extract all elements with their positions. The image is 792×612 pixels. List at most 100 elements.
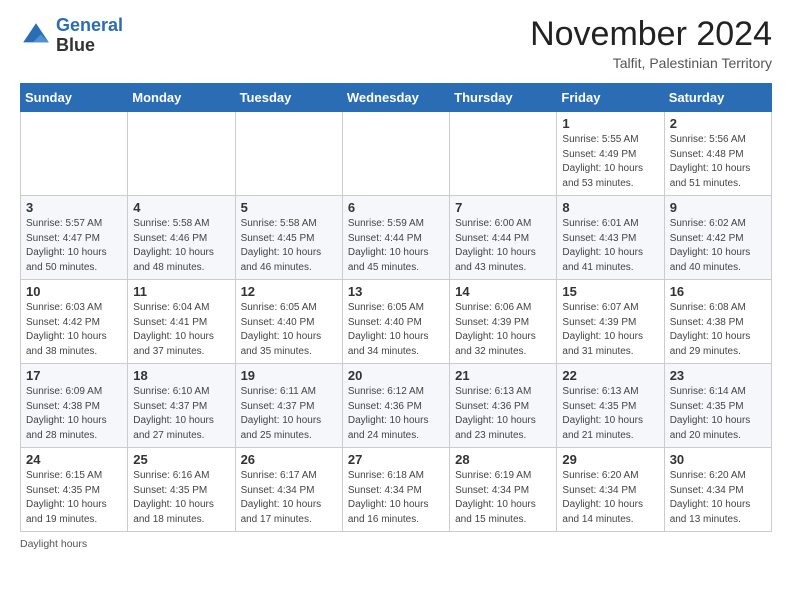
day-number: 19	[241, 368, 337, 383]
day-number: 23	[670, 368, 766, 383]
weekday-thursday: Thursday	[450, 84, 557, 112]
weekday-friday: Friday	[557, 84, 664, 112]
calendar-cell	[21, 112, 128, 196]
day-number: 24	[26, 452, 122, 467]
calendar-cell: 19 Sunrise: 6:11 AM Sunset: 4:37 PM Dayli…	[235, 364, 342, 448]
header: General Blue November 2024 Talfit, Pales…	[20, 16, 772, 71]
day-number: 8	[562, 200, 658, 215]
calendar: SundayMondayTuesdayWednesdayThursdayFrid…	[20, 83, 772, 532]
day-info: Sunrise: 6:17 AM Sunset: 4:34 PM Dayligh…	[241, 469, 337, 527]
day-info: Sunrise: 6:19 AM Sunset: 4:34 PM Dayligh…	[455, 469, 551, 527]
day-number: 1	[562, 116, 658, 131]
day-number: 4	[133, 200, 229, 215]
calendar-cell: 30Sunrise: 6:20 AM Sunset: 4:34 PM Dayli…	[664, 448, 771, 532]
calendar-cell: 23 Sunrise: 6:14 AM Sunset: 4:35 PM Dayli…	[664, 364, 771, 448]
calendar-cell: 7Sunrise: 6:00 AM Sunset: 4:44 PM Daylig…	[450, 196, 557, 280]
location-subtitle: Talfit, Palestinian Territory	[530, 55, 772, 71]
calendar-cell: 5Sunrise: 5:58 AM Sunset: 4:45 PM Daylig…	[235, 196, 342, 280]
page: General Blue November 2024 Talfit, Pales…	[0, 0, 792, 612]
calendar-cell	[342, 112, 449, 196]
day-info: Sunrise: 5:55 AM Sunset: 4:49 PM Dayligh…	[562, 133, 658, 191]
calendar-cell: 14Sunrise: 6:06 AM Sunset: 4:39 PM Dayli…	[450, 280, 557, 364]
day-number: 3	[26, 200, 122, 215]
day-number: 26	[241, 452, 337, 467]
day-info: Sunrise: 6:18 AM Sunset: 4:34 PM Dayligh…	[348, 469, 444, 527]
weekday-sunday: Sunday	[21, 84, 128, 112]
calendar-cell: 13 Sunrise: 6:05 AM Sunset: 4:40 PM Dayli…	[342, 280, 449, 364]
calendar-cell: 18Sunrise: 6:10 AM Sunset: 4:37 PM Dayli…	[128, 364, 235, 448]
calendar-cell: 10 Sunrise: 6:03 AM Sunset: 4:42 PM Dayli…	[21, 280, 128, 364]
footer-note: Daylight hours	[20, 538, 772, 550]
calendar-cell: 22 Sunrise: 6:13 AM Sunset: 4:35 PM Dayli…	[557, 364, 664, 448]
day-number: 27	[348, 452, 444, 467]
logo-line2: Blue	[56, 36, 123, 56]
day-number: 14	[455, 284, 551, 299]
day-number: 2	[670, 116, 766, 131]
day-number: 29	[562, 452, 658, 467]
day-info: Sunrise: 6:01 AM Sunset: 4:43 PM Dayligh…	[562, 217, 658, 275]
calendar-cell: 3 Sunrise: 5:57 AM Sunset: 4:47 PM Daylig…	[21, 196, 128, 280]
calendar-cell	[235, 112, 342, 196]
day-info: Sunrise: 6:07 AM Sunset: 4:39 PM Dayligh…	[562, 301, 658, 359]
logo-line1: General	[56, 15, 123, 35]
day-info: Sunrise: 6:13 AM Sunset: 4:35 PM Dayligh…	[562, 385, 658, 443]
day-number: 17	[26, 368, 122, 383]
week-row-1: 1 Sunrise: 5:55 AM Sunset: 4:49 PM Daylig…	[21, 112, 772, 196]
day-number: 30	[670, 452, 766, 467]
calendar-cell: 12 Sunrise: 6:05 AM Sunset: 4:40 PM Dayli…	[235, 280, 342, 364]
calendar-cell: 25Sunrise: 6:16 AM Sunset: 4:35 PM Dayli…	[128, 448, 235, 532]
logo-text: General Blue	[56, 16, 123, 56]
day-info: Sunrise: 6:14 AM Sunset: 4:35 PM Dayligh…	[670, 385, 766, 443]
day-info: Sunrise: 5:56 AM Sunset: 4:48 PM Dayligh…	[670, 133, 766, 191]
day-info: Sunrise: 6:04 AM Sunset: 4:41 PM Dayligh…	[133, 301, 229, 359]
day-info: Sunrise: 6:03 AM Sunset: 4:42 PM Dayligh…	[26, 301, 122, 359]
day-number: 10	[26, 284, 122, 299]
day-info: Sunrise: 5:59 AM Sunset: 4:44 PM Dayligh…	[348, 217, 444, 275]
calendar-body: 1 Sunrise: 5:55 AM Sunset: 4:49 PM Daylig…	[21, 112, 772, 532]
logo-icon	[20, 20, 52, 52]
calendar-cell: 9 Sunrise: 6:02 AM Sunset: 4:42 PM Daylig…	[664, 196, 771, 280]
weekday-saturday: Saturday	[664, 84, 771, 112]
day-info: Sunrise: 6:05 AM Sunset: 4:40 PM Dayligh…	[241, 301, 337, 359]
month-title: November 2024	[530, 16, 772, 53]
day-info: Sunrise: 6:02 AM Sunset: 4:42 PM Dayligh…	[670, 217, 766, 275]
day-info: Sunrise: 6:13 AM Sunset: 4:36 PM Dayligh…	[455, 385, 551, 443]
day-number: 20	[348, 368, 444, 383]
calendar-cell: 6 Sunrise: 5:59 AM Sunset: 4:44 PM Daylig…	[342, 196, 449, 280]
day-info: Sunrise: 5:58 AM Sunset: 4:46 PM Dayligh…	[133, 217, 229, 275]
weekday-tuesday: Tuesday	[235, 84, 342, 112]
day-number: 5	[241, 200, 337, 215]
weekday-header-row: SundayMondayTuesdayWednesdayThursdayFrid…	[21, 84, 772, 112]
calendar-cell: 2 Sunrise: 5:56 AM Sunset: 4:48 PM Daylig…	[664, 112, 771, 196]
day-info: Sunrise: 5:57 AM Sunset: 4:47 PM Dayligh…	[26, 217, 122, 275]
calendar-cell: 24Sunrise: 6:15 AM Sunset: 4:35 PM Dayli…	[21, 448, 128, 532]
logo: General Blue	[20, 16, 123, 56]
title-block: November 2024 Talfit, Palestinian Territ…	[530, 16, 772, 71]
calendar-cell: 21 Sunrise: 6:13 AM Sunset: 4:36 PM Dayli…	[450, 364, 557, 448]
day-info: Sunrise: 6:05 AM Sunset: 4:40 PM Dayligh…	[348, 301, 444, 359]
day-number: 12	[241, 284, 337, 299]
day-number: 16	[670, 284, 766, 299]
calendar-cell: 4 Sunrise: 5:58 AM Sunset: 4:46 PM Daylig…	[128, 196, 235, 280]
day-number: 6	[348, 200, 444, 215]
day-info: Sunrise: 6:11 AM Sunset: 4:37 PM Dayligh…	[241, 385, 337, 443]
day-number: 28	[455, 452, 551, 467]
day-number: 22	[562, 368, 658, 383]
day-info: Sunrise: 6:08 AM Sunset: 4:38 PM Dayligh…	[670, 301, 766, 359]
day-info: Sunrise: 6:10 AM Sunset: 4:37 PM Dayligh…	[133, 385, 229, 443]
calendar-cell	[450, 112, 557, 196]
calendar-cell: 29Sunrise: 6:20 AM Sunset: 4:34 PM Dayli…	[557, 448, 664, 532]
calendar-cell: 28 Sunrise: 6:19 AM Sunset: 4:34 PM Dayli…	[450, 448, 557, 532]
calendar-cell: 17Sunrise: 6:09 AM Sunset: 4:38 PM Dayli…	[21, 364, 128, 448]
day-number: 21	[455, 368, 551, 383]
day-number: 13	[348, 284, 444, 299]
day-number: 9	[670, 200, 766, 215]
day-number: 25	[133, 452, 229, 467]
calendar-header: SundayMondayTuesdayWednesdayThursdayFrid…	[21, 84, 772, 112]
day-number: 15	[562, 284, 658, 299]
weekday-monday: Monday	[128, 84, 235, 112]
week-row-2: 3 Sunrise: 5:57 AM Sunset: 4:47 PM Daylig…	[21, 196, 772, 280]
calendar-cell: 11 Sunrise: 6:04 AM Sunset: 4:41 PM Dayli…	[128, 280, 235, 364]
day-number: 11	[133, 284, 229, 299]
day-info: Sunrise: 6:12 AM Sunset: 4:36 PM Dayligh…	[348, 385, 444, 443]
